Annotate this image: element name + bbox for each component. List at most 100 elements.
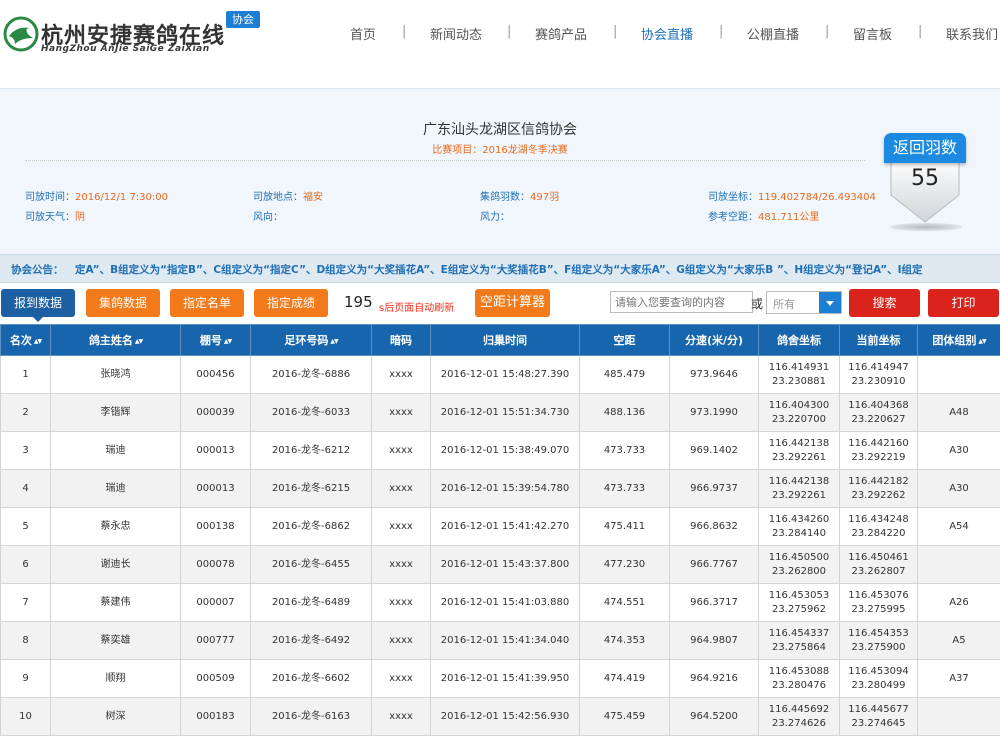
badge-shadow bbox=[890, 223, 962, 231]
nav-item-loft-live[interactable]: 公棚直播 bbox=[747, 24, 799, 43]
print-button[interactable]: 打印 bbox=[928, 289, 999, 317]
association-name: 广东汕头龙湖区信鸽协会 bbox=[0, 119, 1000, 139]
table-row[interactable]: 6谢迪长0000782016-龙冬-6455xxxx2016-12-01 15:… bbox=[1, 546, 1000, 584]
column-header-label: 足环号码 bbox=[284, 334, 328, 347]
column-header-label: 当前坐标 bbox=[857, 334, 901, 347]
table-cell-secret-code: xxxx bbox=[372, 546, 431, 584]
sort-icon[interactable]: ▲▼ bbox=[978, 338, 985, 345]
longitude: 116.445677 bbox=[840, 703, 917, 717]
nav-item-guestbook[interactable]: 留言板 bbox=[853, 24, 892, 43]
column-header-arrival-time: 归巢时间 bbox=[431, 325, 580, 356]
table-cell-owner-name: 谢迪长 bbox=[51, 546, 181, 584]
latitude: 23.262800 bbox=[759, 565, 839, 579]
sort-icon[interactable]: ▲▼ bbox=[34, 338, 41, 345]
active-tab-arrow-icon bbox=[32, 316, 44, 322]
nav-item-association-live[interactable]: 协会直播 bbox=[641, 24, 693, 43]
weather-label: 司放天气： bbox=[25, 212, 75, 223]
table-cell-group: A5 bbox=[918, 622, 1000, 660]
table-cell-ring-no: 2016-龙冬-6602 bbox=[251, 660, 372, 698]
table-cell-loft-coord: 116.45433723.275864 bbox=[759, 622, 840, 660]
longitude: 116.414947 bbox=[840, 361, 917, 375]
event-line: 比赛项目：2016龙湖冬季决赛 bbox=[0, 141, 1000, 156]
search-button[interactable]: 搜索 bbox=[849, 289, 920, 317]
nav-item-home[interactable]: 首页 bbox=[350, 24, 376, 43]
latitude: 23.292261 bbox=[759, 451, 839, 465]
site-header: 杭州安捷赛鸽在线 HangZhou AnJie SaiGe ZaiXian 协会… bbox=[0, 0, 1000, 88]
longitude: 116.442138 bbox=[759, 437, 839, 451]
table-cell-speed: 973.9646 bbox=[670, 356, 759, 394]
table-cell-arrival-time: 2016-12-01 15:41:42.270 bbox=[431, 508, 580, 546]
table-cell-secret-code: xxxx bbox=[372, 622, 431, 660]
pigeon-count-value: 497羽 bbox=[530, 192, 559, 203]
table-cell-current-coord: 116.44216023.292219 bbox=[840, 432, 918, 470]
longitude: 116.453088 bbox=[759, 665, 839, 679]
designated-results-button[interactable]: 指定成绩 bbox=[254, 289, 328, 317]
release-coord-label: 司放坐标： bbox=[708, 192, 758, 203]
column-header-rank[interactable]: 名次▲▼ bbox=[1, 325, 51, 356]
table-row[interactable]: 9顺翔0005092016-龙冬-6602xxxx2016-12-01 15:4… bbox=[1, 660, 1000, 698]
table-cell-rank: 9 bbox=[1, 660, 51, 698]
weather: 司放天气：阴 bbox=[25, 208, 85, 223]
table-cell-loft-no: 000456 bbox=[181, 356, 251, 394]
column-header-speed: 分速(米/分) bbox=[670, 325, 759, 356]
table-row[interactable]: 3瑞迪0000132016-龙冬-6212xxxx2016-12-01 15:3… bbox=[1, 432, 1000, 470]
group-filter-select[interactable]: 所有 bbox=[766, 291, 842, 314]
refresh-countdown-text: s后页面自动刷新 bbox=[379, 299, 454, 314]
search-input[interactable] bbox=[610, 291, 753, 313]
table-row[interactable]: 7蔡建伟0000072016-龙冬-6489xxxx2016-12-01 15:… bbox=[1, 584, 1000, 622]
column-header-group[interactable]: 团体组别▲▼ bbox=[918, 325, 1000, 356]
nav-item-news[interactable]: 新闻动态 bbox=[430, 24, 482, 43]
report-data-button[interactable]: 报到数据 bbox=[1, 289, 75, 317]
nav-item-products[interactable]: 赛鸽产品 bbox=[535, 24, 587, 43]
latitude: 23.220627 bbox=[840, 413, 917, 427]
table-row[interactable]: 4瑞迪0000132016-龙冬-6215xxxx2016-12-01 15:3… bbox=[1, 470, 1000, 508]
release-coord: 司放坐标：119.402784/26.493404 bbox=[708, 188, 876, 203]
table-cell-arrival-time: 2016-12-01 15:41:03.880 bbox=[431, 584, 580, 622]
nav-separator: | bbox=[507, 24, 511, 39]
returned-count-value: 55 bbox=[890, 166, 960, 191]
column-header-label: 鸽主姓名 bbox=[89, 334, 133, 347]
table-row[interactable]: 10树深0001832016-龙冬-6163xxxx2016-12-01 15:… bbox=[1, 698, 1000, 736]
nav-item-contact[interactable]: 联系我们 bbox=[946, 24, 998, 43]
reference-distance: 参考空距：481.711公里 bbox=[708, 208, 819, 223]
distance-calculator-button[interactable]: 空距计算器 bbox=[475, 289, 550, 317]
release-time: 司放时间：2016/12/1 7:30:00 bbox=[25, 188, 168, 203]
chevron-down-icon[interactable] bbox=[819, 292, 841, 313]
table-row[interactable]: 1张晓鸿0004562016-龙冬-6886xxxx2016-12-01 15:… bbox=[1, 356, 1000, 394]
column-header-loft-no[interactable]: 棚号▲▼ bbox=[181, 325, 251, 356]
designated-list-button[interactable]: 指定名单 bbox=[170, 289, 244, 317]
release-time-label: 司放时间： bbox=[25, 192, 75, 203]
table-cell-loft-no: 000007 bbox=[181, 584, 251, 622]
table-cell-distance: 485.479 bbox=[580, 356, 670, 394]
latitude: 23.275864 bbox=[759, 641, 839, 655]
table-row[interactable]: 5蔡永忠0001382016-龙冬-6862xxxx2016-12-01 15:… bbox=[1, 508, 1000, 546]
table-cell-current-coord: 116.41494723.230910 bbox=[840, 356, 918, 394]
table-cell-owner-name: 张晓鸿 bbox=[51, 356, 181, 394]
table-cell-rank: 10 bbox=[1, 698, 51, 736]
table-cell-loft-no: 000509 bbox=[181, 660, 251, 698]
table-cell-loft-coord: 116.45050023.262800 bbox=[759, 546, 840, 584]
collection-data-button[interactable]: 集鸽数据 bbox=[86, 289, 160, 317]
table-cell-secret-code: xxxx bbox=[372, 660, 431, 698]
longitude: 116.404300 bbox=[759, 399, 839, 413]
table-cell-loft-no: 000183 bbox=[181, 698, 251, 736]
table-cell-arrival-time: 2016-12-01 15:42:56.930 bbox=[431, 698, 580, 736]
table-cell-distance: 477.230 bbox=[580, 546, 670, 584]
column-header-owner-name[interactable]: 鸽主姓名▲▼ bbox=[51, 325, 181, 356]
longitude: 116.450500 bbox=[759, 551, 839, 565]
sort-icon[interactable]: ▲▼ bbox=[135, 338, 142, 345]
release-time-value: 2016/12/1 7:30:00 bbox=[75, 192, 168, 203]
sort-icon[interactable]: ▲▼ bbox=[224, 338, 231, 345]
table-header-row: 名次▲▼鸽主姓名▲▼棚号▲▼足环号码▲▼暗码归巢时间空距分速(米/分)鸽舍坐标当… bbox=[1, 325, 1000, 356]
wind-direction-label: 风向： bbox=[253, 212, 283, 223]
nav-separator: | bbox=[719, 24, 723, 39]
table-cell-group: A48 bbox=[918, 394, 1000, 432]
table-row[interactable]: 8蔡奕雄0007772016-龙冬-6492xxxx2016-12-01 15:… bbox=[1, 622, 1000, 660]
table-cell-speed: 966.8632 bbox=[670, 508, 759, 546]
column-header-ring-no[interactable]: 足环号码▲▼ bbox=[251, 325, 372, 356]
table-cell-distance: 473.733 bbox=[580, 432, 670, 470]
table-row[interactable]: 2李锴辉0000392016-龙冬-6033xxxx2016-12-01 15:… bbox=[1, 394, 1000, 432]
sort-icon[interactable]: ▲▼ bbox=[330, 338, 337, 345]
toolbar: 报到数据 集鸽数据 指定名单 指定成绩 195 s后页面自动刷新 空距计算器 或… bbox=[0, 282, 1000, 324]
column-header-loft-coord: 鸽舍坐标 bbox=[759, 325, 840, 356]
